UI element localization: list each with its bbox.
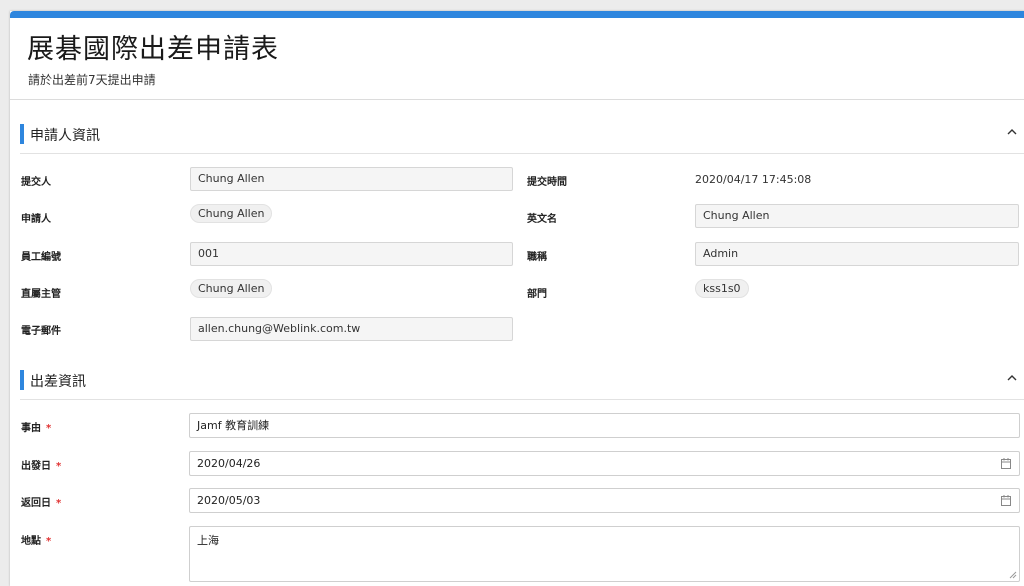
return-date-value: 2020/05/03 xyxy=(197,494,261,507)
required-mark: * xyxy=(56,461,62,472)
required-mark: * xyxy=(56,498,62,509)
form-card: 展碁國際出差申請表 請於出差前7天提出申請 申請人資訊 提交人 Chung Al… xyxy=(10,11,1024,586)
calendar-icon[interactable] xyxy=(1001,495,1011,506)
department-chip: kss1s0 xyxy=(695,279,749,298)
section-accent-bar xyxy=(20,370,24,390)
section-title-applicant: 申請人資訊 xyxy=(30,128,100,144)
section-header-trip[interactable]: 出差資訊 xyxy=(20,368,1024,394)
label-job-title: 職稱 xyxy=(527,252,547,263)
label-english-name: 英文名 xyxy=(527,214,557,225)
label-supervisor: 直屬主管 xyxy=(21,289,61,300)
page-title: 展碁國際出差申請表 xyxy=(27,34,279,65)
label-return-date-text: 返回日 xyxy=(21,498,51,509)
label-applicant: 申請人 xyxy=(21,214,51,225)
label-department: 部門 xyxy=(527,289,547,300)
return-date-input[interactable]: 2020/05/03 xyxy=(189,488,1020,513)
label-location: 地點 * xyxy=(21,532,51,547)
label-email: 電子郵件 xyxy=(21,326,61,337)
label-submitter: 提交人 xyxy=(21,177,51,188)
label-return-date: 返回日 * xyxy=(21,494,61,509)
submitter-field: Chung Allen xyxy=(190,167,513,191)
label-depart-date: 出發日 * xyxy=(21,457,61,472)
depart-date-value: 2020/04/26 xyxy=(197,457,261,470)
job-title-field: Admin xyxy=(695,242,1019,266)
location-value: 上海 xyxy=(197,534,219,547)
depart-date-input[interactable]: 2020/04/26 xyxy=(189,451,1020,476)
page-subtitle: 請於出差前7天提出申請 xyxy=(28,73,156,87)
chevron-up-icon[interactable] xyxy=(1006,126,1018,138)
applicant-chip: Chung Allen xyxy=(190,204,273,223)
section-divider xyxy=(20,399,1024,400)
chevron-up-icon[interactable] xyxy=(1006,372,1018,384)
accent-top-bar xyxy=(10,11,1024,18)
resize-handle-icon[interactable] xyxy=(1009,571,1017,579)
label-reason-text: 事由 xyxy=(21,423,41,434)
supervisor-chip: Chung Allen xyxy=(190,279,273,298)
label-depart-date-text: 出發日 xyxy=(21,461,51,472)
label-reason: 事由 * xyxy=(21,419,51,434)
calendar-icon[interactable] xyxy=(1001,458,1011,469)
section-header-applicant[interactable]: 申請人資訊 xyxy=(20,122,1024,148)
section-divider xyxy=(20,153,1024,154)
email-field: allen.chung@Weblink.com.tw xyxy=(190,317,513,341)
label-location-text: 地點 xyxy=(21,536,41,547)
label-employee-id: 員工編號 xyxy=(21,252,61,263)
reason-input[interactable]: Jamf 教育訓練 xyxy=(189,413,1020,438)
submit-time-value: 2020/04/17 17:45:08 xyxy=(695,173,812,186)
label-submit-time: 提交時間 xyxy=(527,177,567,188)
required-mark: * xyxy=(46,536,52,547)
section-accent-bar xyxy=(20,124,24,144)
section-title-trip: 出差資訊 xyxy=(30,374,86,390)
english-name-field: Chung Allen xyxy=(695,204,1019,228)
header-divider xyxy=(10,99,1024,100)
required-mark: * xyxy=(46,423,52,434)
employee-id-field: 001 xyxy=(190,242,513,266)
location-textarea[interactable]: 上海 xyxy=(189,526,1020,582)
